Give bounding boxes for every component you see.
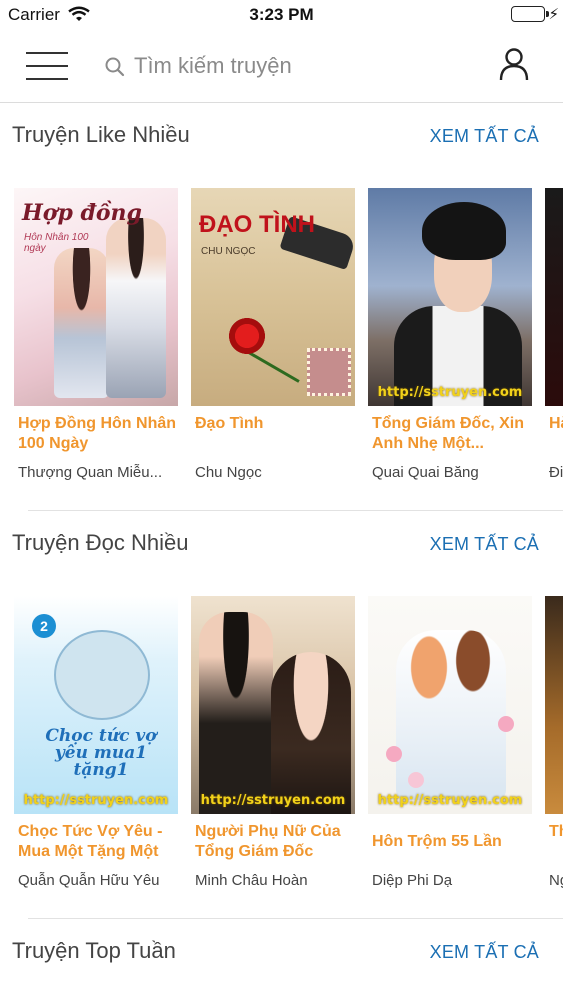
book-card[interactable]: http://sstruyen.com Người Phụ Nữ Của Tổn… — [191, 596, 355, 906]
book-card[interactable]: Th Th Ng — [545, 596, 563, 906]
book-author: Đi — [549, 464, 563, 481]
book-cover: 2 Chọc tức vợ yêu mua1 tặng1 http://sstr… — [14, 596, 178, 814]
section-header: Truyện Like Nhiều XEM TẤT CẢ — [0, 118, 563, 158]
book-cover — [545, 596, 563, 814]
search-input[interactable] — [134, 50, 454, 82]
section-title: Truyện Like Nhiều — [12, 122, 190, 147]
cover-watermark: http://sstruyen.com — [23, 793, 169, 808]
section-doc-nhieu: Truyện Đọc Nhiều XEM TẤT CẢ 2 Chọc tức v… — [0, 526, 563, 921]
clock: 3:23 PM — [249, 5, 314, 24]
cover-watermark: http://sstruyen.com — [377, 793, 523, 808]
book-title: Th Th — [549, 823, 563, 840]
section-like-nhieu: Truyện Like Nhiều XEM TẤT CẢ Hợp đồng Hô… — [0, 118, 563, 513]
section-header: Truyện Đọc Nhiều XEM TẤT CẢ — [0, 526, 563, 566]
book-cover — [545, 188, 563, 406]
section-top-tuan: Truyện Top Tuần XEM TẤT CẢ — [0, 934, 563, 994]
section-divider — [28, 510, 563, 511]
section-title: Truyện Top Tuần — [12, 938, 176, 963]
section-header: Truyện Top Tuần XEM TẤT CẢ — [0, 934, 563, 974]
battery-icon — [511, 6, 545, 22]
book-card[interactable]: http://sstruyen.com Hôn Trộm 55 Lần Diệp… — [368, 596, 532, 906]
book-cover: http://sstruyen.com — [368, 596, 532, 814]
cover-title-text: Hợp đồng — [22, 200, 142, 226]
see-all-button[interactable]: XEM TẤT CẢ — [430, 942, 539, 963]
book-carousel[interactable]: 2 Chọc tức vợ yêu mua1 tặng1 http://sstr… — [0, 596, 563, 906]
book-author: Thượng Quan Miễu... — [18, 464, 163, 481]
book-card[interactable]: http://sstruyen.com Tổng Giám Đốc, Xin A… — [368, 188, 532, 498]
book-title: Chọc Tức Vợ Yêu - Mua Một Tặng Một — [18, 823, 163, 860]
book-title: Hôn Trộm 55 Lần — [372, 833, 502, 850]
book-carousel[interactable]: Hợp đồng Hôn Nhân 100 ngày Hợp Đồng Hôn … — [0, 188, 563, 498]
charging-bolt-icon: ⚡ — [548, 6, 559, 23]
book-cover: http://sstruyen.com — [368, 188, 532, 406]
book-title: Tổng Giám Đốc, Xin Anh Nhẹ Một... — [372, 415, 525, 452]
book-title: Hợp Đồng Hôn Nhân 100 Ngày — [18, 415, 177, 452]
book-card[interactable]: ĐẠO TÌNH CHU NGỌC Đạo Tình Chu Ngọc — [191, 188, 355, 498]
search-box[interactable] — [100, 46, 460, 86]
book-author: Minh Châu Hoàn — [195, 872, 308, 889]
book-author: Ng — [549, 872, 563, 889]
book-author: Quẫn Quẫn Hữu Yêu — [18, 872, 160, 889]
book-card[interactable]: 2 Chọc tức vợ yêu mua1 tặng1 http://sstr… — [14, 596, 178, 906]
see-all-button[interactable]: XEM TẤT CẢ — [430, 126, 539, 147]
book-author: Diệp Phi Dạ — [372, 872, 453, 889]
cover-watermark: http://sstruyen.com — [200, 793, 346, 808]
book-title: Hà An — [549, 415, 563, 432]
status-bar: Carrier 3:23 PM ⚡ — [0, 0, 563, 30]
cover-title-text: Chọc tức vợ yêu mua1 tặng1 — [45, 726, 157, 780]
cover-badge: 2 — [32, 614, 56, 638]
cover-title-text: ĐẠO TÌNH — [199, 211, 315, 238]
book-title: Người Phụ Nữ Của Tổng Giám Đốc — [195, 823, 341, 860]
book-cover: ĐẠO TÌNH CHU NGỌC — [191, 188, 355, 406]
book-title: Đạo Tình — [195, 415, 264, 432]
book-card[interactable]: Hà An Đi — [545, 188, 563, 498]
cover-subtitle-text: Hôn Nhân 100 ngày — [24, 232, 89, 254]
book-cover: Hợp đồng Hôn Nhân 100 ngày — [14, 188, 178, 406]
cover-watermark: http://sstruyen.com — [377, 385, 523, 400]
cover-subtitle-text: CHU NGỌC — [201, 246, 256, 257]
book-card[interactable]: Hợp đồng Hôn Nhân 100 ngày Hợp Đồng Hôn … — [14, 188, 178, 498]
section-title: Truyện Đọc Nhiều — [12, 530, 189, 555]
section-divider — [28, 918, 563, 919]
top-nav-bar — [0, 30, 563, 103]
hamburger-menu-icon[interactable] — [26, 52, 68, 80]
book-cover: http://sstruyen.com — [191, 596, 355, 814]
user-icon[interactable] — [496, 46, 532, 82]
book-author: Chu Ngọc — [195, 464, 262, 481]
search-icon — [104, 56, 126, 83]
see-all-button[interactable]: XEM TẤT CẢ — [430, 534, 539, 555]
book-author: Quai Quai Băng — [372, 464, 479, 481]
